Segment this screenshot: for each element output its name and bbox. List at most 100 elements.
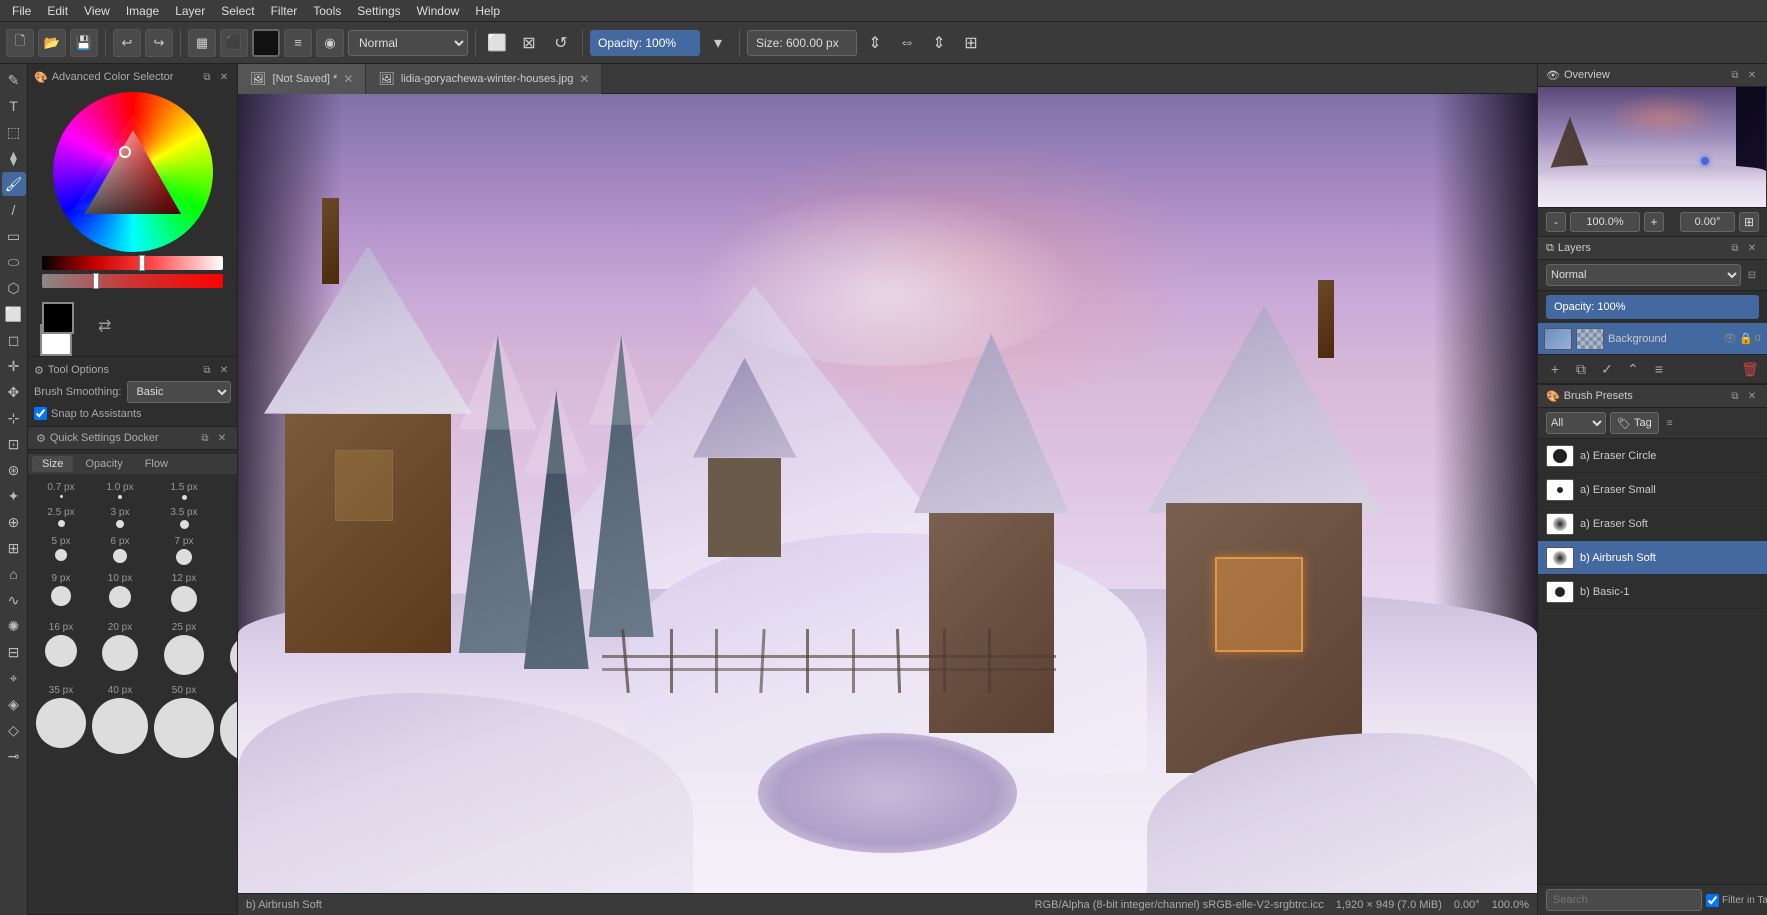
merge-layer-button[interactable]: ✓ xyxy=(1596,358,1618,380)
brush-size-item[interactable]: 14 px xyxy=(218,571,237,618)
menu-select[interactable]: Select xyxy=(213,0,262,22)
brush-texture-button-2[interactable]: ⬛ xyxy=(220,29,248,57)
menu-tools[interactable]: Tools xyxy=(305,0,349,22)
layer-options-button[interactable]: ≡ xyxy=(1648,358,1670,380)
tool-rect[interactable]: ▭ xyxy=(2,224,26,248)
tool-line[interactable]: / xyxy=(2,198,26,222)
duplicate-layer-button[interactable]: ⧉ xyxy=(1570,358,1592,380)
brush-size-item[interactable]: 7 px xyxy=(152,534,216,569)
tool-smart-patch[interactable]: ⊛ xyxy=(2,458,26,482)
brush-presets-button[interactable]: ◉ xyxy=(316,29,344,57)
tool-ellipse[interactable]: ⬭ xyxy=(2,250,26,274)
open-file-button[interactable]: 📂 xyxy=(38,29,66,57)
tool-text[interactable]: T xyxy=(2,94,26,118)
canvas-tab-winter[interactable]: 🖼 lidia-goryachewa-winter-houses.jpg ✕ xyxy=(366,64,602,94)
color-selector-float-button[interactable]: ⧉ xyxy=(200,70,214,84)
menu-image[interactable]: Image xyxy=(118,0,167,22)
layers-filter-button[interactable]: ⊟ xyxy=(1745,268,1759,282)
brush-preset-item[interactable]: a) Eraser Small xyxy=(1538,473,1767,507)
reset-rotation-button[interactable]: ⊞ xyxy=(1739,212,1759,232)
brush-preset-item[interactable]: b) Airbrush Soft xyxy=(1538,541,1767,575)
save-file-button[interactable]: 💾 xyxy=(70,29,98,57)
tool-bezier[interactable]: ∿ xyxy=(2,588,26,612)
canvas-tab-unsaved-close[interactable]: ✕ xyxy=(343,72,353,86)
layers-blend-select[interactable]: Normal Multiply Screen Overlay xyxy=(1546,264,1741,286)
tool-polygon[interactable]: ⬡ xyxy=(2,276,26,300)
brush-size-item[interactable]: 2.5 px xyxy=(34,505,88,532)
canvas-viewport[interactable] xyxy=(238,94,1537,893)
overview-float-button[interactable]: ⧉ xyxy=(1728,68,1742,82)
menu-help[interactable]: Help xyxy=(467,0,508,22)
fg-color-swatch[interactable] xyxy=(252,29,280,57)
size-arrows[interactable]: ⇕ xyxy=(861,29,889,57)
brush-size-item[interactable]: 3.5 px xyxy=(152,505,216,532)
opacity-arrow-button[interactable]: ▾ xyxy=(704,29,732,57)
brush-size-item[interactable]: 5 px xyxy=(34,534,88,569)
brush-size-item[interactable]: 8 px xyxy=(218,534,237,569)
tool-select-rect[interactable]: ⬜ xyxy=(2,302,26,326)
tab-opacity[interactable]: Opacity xyxy=(75,456,132,472)
tool-gradient[interactable]: ⬚ xyxy=(2,120,26,144)
overview-thumbnail[interactable] xyxy=(1538,87,1766,207)
brush-size-item[interactable]: 4 px xyxy=(218,505,237,532)
tool-multibrush[interactable]: ✺ xyxy=(2,614,26,638)
wrap-button[interactable]: ⊞ xyxy=(957,29,985,57)
tag-button[interactable]: 🏷 Tag xyxy=(1610,412,1659,434)
brush-preset-item[interactable]: a) Eraser Circle xyxy=(1538,439,1767,473)
canvas-tab-winter-close[interactable]: ✕ xyxy=(579,72,589,86)
quick-settings-float-button[interactable]: ⧉ xyxy=(198,431,212,445)
brush-preset-item[interactable]: a) Eraser Soft xyxy=(1538,507,1767,541)
saturation-slider[interactable] xyxy=(42,274,223,288)
tab-size[interactable]: Size xyxy=(32,456,73,472)
add-layer-button[interactable]: + xyxy=(1544,358,1566,380)
tool-freehand-active[interactable]: 🖌 xyxy=(2,172,26,196)
rotation-input[interactable] xyxy=(1680,212,1735,232)
brush-texture-button[interactable]: ▦ xyxy=(188,29,216,57)
brush-size-item[interactable]: 12 px xyxy=(152,571,216,618)
reset-angle-button[interactable]: ↺ xyxy=(547,29,575,57)
layer-alpha-icon[interactable]: α xyxy=(1755,332,1761,345)
brush-filter-select[interactable]: All Erasers Basic Digital xyxy=(1546,412,1606,434)
hue-slider[interactable] xyxy=(42,256,223,270)
layer-visible-icon[interactable]: 👁 xyxy=(1723,332,1737,345)
brush-size-item[interactable]: 3 px xyxy=(90,505,150,532)
mirror-h-button[interactable]: ⇔ xyxy=(893,29,921,57)
mirror-v-button[interactable]: ⇕ xyxy=(925,29,953,57)
color-selector-close-button[interactable]: ✕ xyxy=(217,70,231,84)
tool-options-float-button[interactable]: ⧉ xyxy=(200,363,214,377)
brush-size-item[interactable]: 40 px xyxy=(90,683,150,764)
brush-size-item[interactable]: 9 px xyxy=(34,571,88,618)
brush-presets-float-button[interactable]: ⧉ xyxy=(1728,389,1742,403)
tool-contig-select[interactable]: ◈ xyxy=(2,692,26,716)
tool-freehand-brush[interactable]: ✎ xyxy=(2,68,26,92)
tool-fill[interactable]: ⧫ xyxy=(2,146,26,170)
delete-layer-button[interactable]: 🗑 xyxy=(1739,358,1761,380)
menu-filter[interactable]: Filter xyxy=(263,0,306,22)
brush-size-item[interactable]: 35 px xyxy=(34,683,88,764)
blend-mode-select[interactable]: Normal Dissolve Multiply Screen Overlay xyxy=(348,30,468,56)
tool-options-close-button[interactable]: ✕ xyxy=(217,363,231,377)
tab-flow[interactable]: Flow xyxy=(135,456,178,472)
tool-color-picker[interactable]: ✦ xyxy=(2,484,26,508)
layer-lock-icon[interactable]: 🔒 xyxy=(1739,332,1753,345)
brush-size-item[interactable]: 20 px xyxy=(90,620,150,681)
tool-crop[interactable]: ⊹ xyxy=(2,406,26,430)
tool-zoom[interactable]: ⊕ xyxy=(2,510,26,534)
overview-close-button[interactable]: ✕ xyxy=(1745,68,1759,82)
swap-fg-bg-button[interactable]: ⇄ xyxy=(98,316,111,336)
canvas-tab-unsaved[interactable]: 🖼 [Not Saved] * ✕ xyxy=(238,64,366,94)
tool-reference[interactable]: ⊡ xyxy=(2,432,26,456)
brush-size-item[interactable]: 25 px xyxy=(152,620,216,681)
quick-settings-close-button[interactable]: ✕ xyxy=(215,431,229,445)
size-control[interactable]: Size: 600.00 px xyxy=(747,30,857,56)
brush-presets-close-button[interactable]: ✕ xyxy=(1745,389,1759,403)
menu-file[interactable]: File xyxy=(4,0,39,22)
eraser-mode-button[interactable]: ⬜ xyxy=(483,29,511,57)
brush-size-item[interactable]: 50 px xyxy=(152,683,216,764)
brush-size-item[interactable]: 1.0 px xyxy=(90,480,150,503)
menu-edit[interactable]: Edit xyxy=(39,0,76,22)
color-wheel[interactable] xyxy=(53,92,213,252)
menu-settings[interactable]: Settings xyxy=(349,0,408,22)
menu-layer[interactable]: Layer xyxy=(167,0,213,22)
zoom-input[interactable] xyxy=(1570,212,1640,232)
